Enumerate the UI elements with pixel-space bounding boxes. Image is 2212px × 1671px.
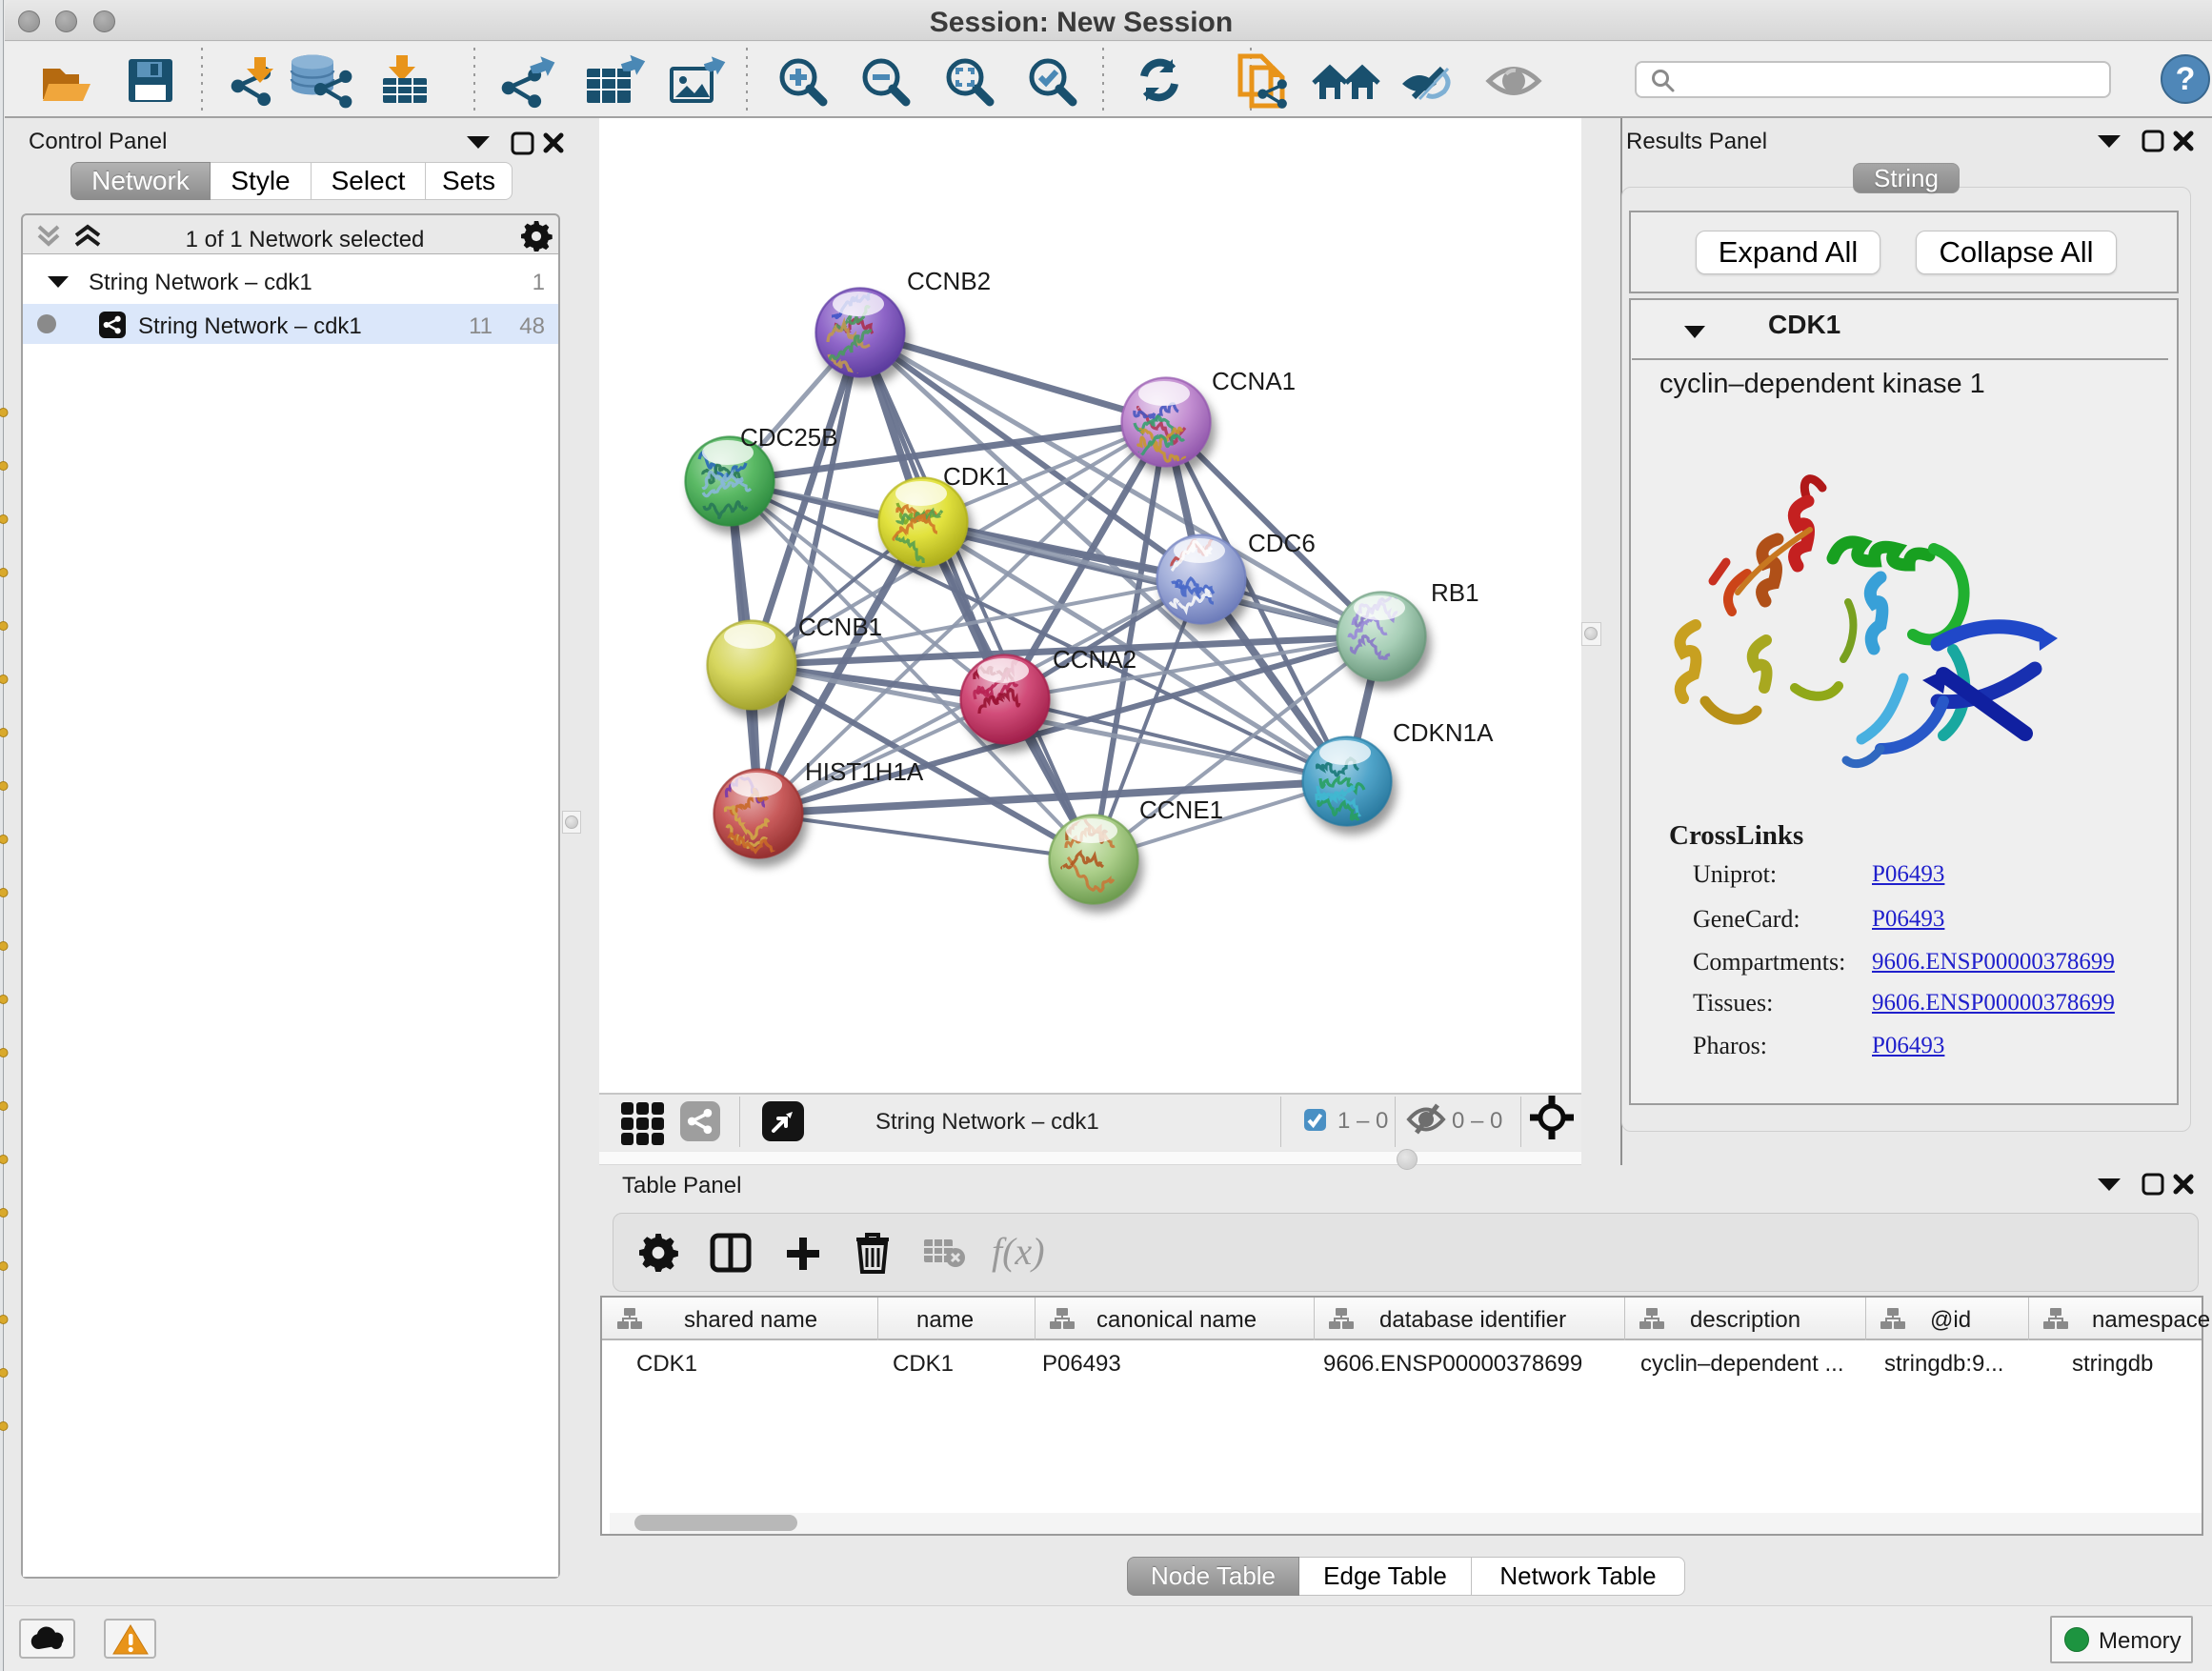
svg-text:CDKN1A: CDKN1A [1393, 718, 1494, 747]
svg-text:CCNE1: CCNE1 [1139, 795, 1223, 824]
svg-text:CCNB1: CCNB1 [798, 613, 882, 641]
svg-text:CDC6: CDC6 [1248, 529, 1316, 557]
svg-text:CCNB2: CCNB2 [907, 267, 991, 295]
svg-text:CDK1: CDK1 [943, 462, 1009, 491]
svg-text:RB1: RB1 [1431, 578, 1479, 607]
svg-text:CDC25B: CDC25B [740, 423, 838, 452]
svg-text:CCNA1: CCNA1 [1212, 367, 1296, 395]
svg-text:CCNA2: CCNA2 [1053, 645, 1136, 674]
svg-text:HIST1H1A: HIST1H1A [805, 757, 924, 786]
